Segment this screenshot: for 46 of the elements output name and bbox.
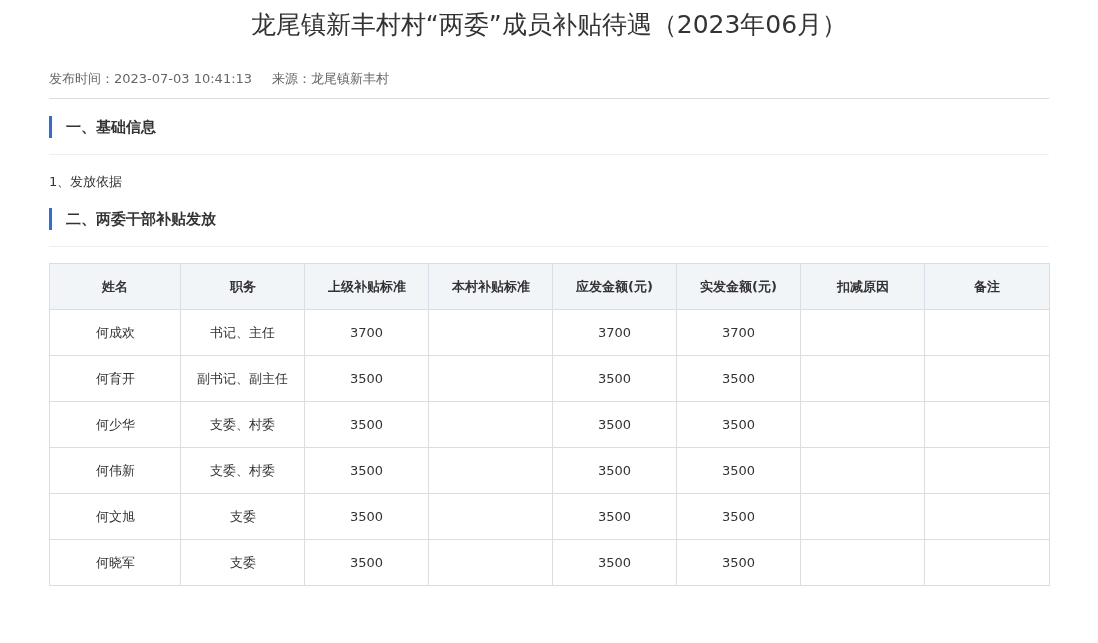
table-cell: 3500	[552, 355, 677, 402]
table-cell: 何伟新	[49, 447, 181, 494]
meta-info: 发布时间：2023-07-03 10:41:13	[49, 70, 253, 88]
meta-info: 来源：龙尾镇新丰村	[272, 70, 390, 88]
table-cell: 3500	[304, 539, 429, 586]
table-cell: 支委	[180, 493, 305, 540]
table-cell: 3700	[552, 309, 677, 356]
table-cell: 支委	[180, 539, 305, 586]
column-header: 本村补贴标准	[428, 263, 553, 310]
column-header: 应发金额(元)	[552, 263, 677, 310]
table-cell: 何育开	[49, 355, 181, 402]
table-cell: 3500	[552, 539, 677, 586]
table-cell: 3500	[676, 493, 801, 540]
table-cell: 支委、村委	[180, 447, 305, 494]
page-title: 龙尾镇新丰村村“两委”成员补贴待遇（2023年06月）	[249, 9, 849, 41]
table-cell: 3500	[304, 355, 429, 402]
table-cell: 支委、村委	[180, 401, 305, 448]
column-header: 实发金额(元)	[676, 263, 801, 310]
table-cell: 书记、主任	[180, 309, 305, 356]
table-cell: 3500	[552, 447, 677, 494]
table-cell: 何晓军	[49, 539, 181, 586]
table-cell: 何少华	[49, 401, 181, 448]
table-cell: 3700	[676, 309, 801, 356]
table-cell: 3500	[676, 447, 801, 494]
table-cell: 3500	[552, 493, 677, 540]
section-heading: 一、基础信息	[66, 117, 156, 137]
column-header: 扣减原因	[800, 263, 925, 310]
table-cell: 3500	[676, 401, 801, 448]
table-cell: 3500	[676, 539, 801, 586]
table-cell: 3500	[676, 355, 801, 402]
table-cell: 3500	[552, 401, 677, 448]
column-header: 备注	[924, 263, 1050, 310]
table-cell: 3500	[304, 493, 429, 540]
heading-accent-bar	[49, 208, 52, 230]
column-header: 姓名	[49, 263, 181, 310]
table-cell: 3500	[304, 401, 429, 448]
table-cell: 何成欢	[49, 309, 181, 356]
column-header: 上级补贴标准	[304, 263, 429, 310]
table-cell: 何文旭	[49, 493, 181, 540]
column-header: 职务	[180, 263, 305, 310]
table-cell: 副书记、副主任	[180, 355, 305, 402]
table-cell: 3500	[304, 447, 429, 494]
heading-accent-bar	[49, 116, 52, 138]
table-cell: 3700	[304, 309, 429, 356]
section-text: 1、发放依据	[49, 173, 124, 191]
section-heading: 二、两委干部补贴发放	[66, 209, 216, 229]
